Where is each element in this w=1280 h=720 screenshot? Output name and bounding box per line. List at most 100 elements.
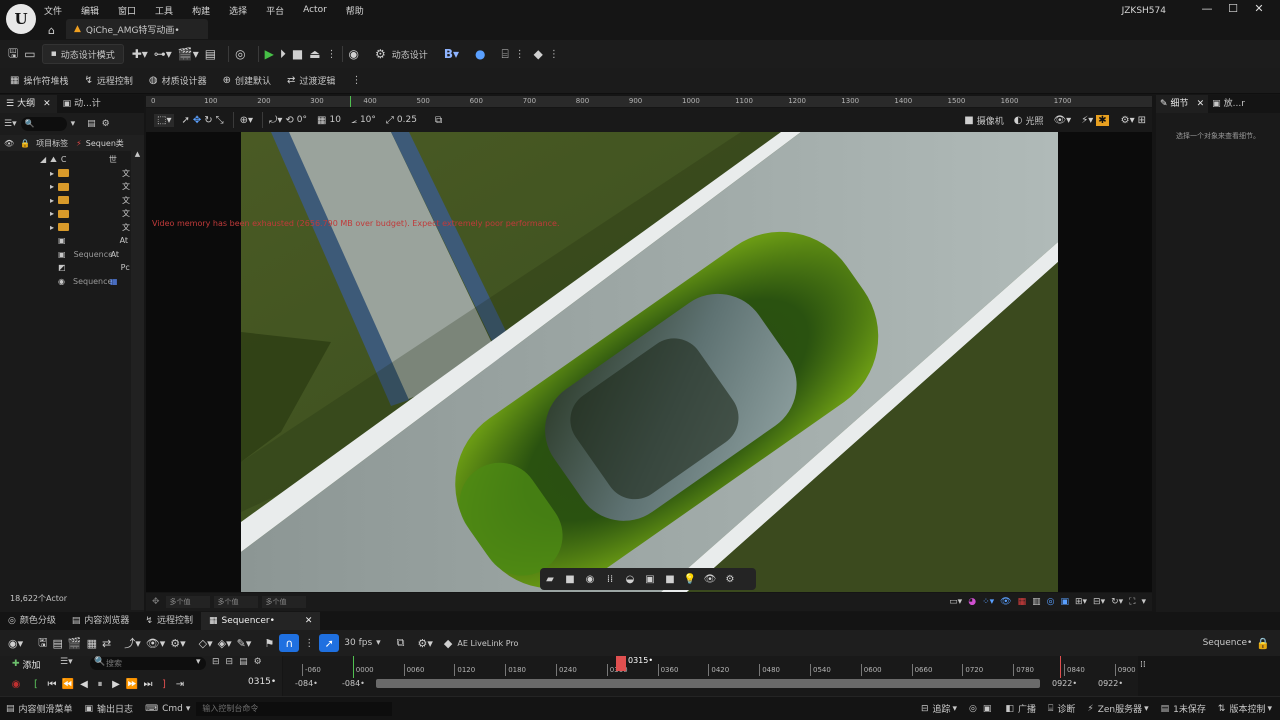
grid-snap-icon[interactable]: ▦ [317,115,326,126]
curve-icon[interactable]: ⤴▾ [124,635,141,651]
expand-all-icon[interactable]: ⊟ [212,657,220,667]
select-arrow-icon[interactable]: ➚ [181,115,189,126]
rotation-field[interactable]: 多个值 [213,596,258,608]
save-icon[interactable]: 🖫 [38,634,47,653]
collapse-all-icon[interactable]: ⊟ [226,657,234,667]
more-icon[interactable]: ⋮ [515,49,525,60]
key-icon[interactable]: ◇▾ [199,637,213,650]
menu-window[interactable]: 窗口 [118,4,136,17]
jump-start-icon[interactable]: ⏮ [44,679,60,690]
blueprint-icon[interactable]: ⊶▾ [154,47,172,61]
revision-control-button[interactable]: ⇅ 版本控制 ▾ [1218,702,1272,716]
browse-icon[interactable]: ▭ [24,47,35,61]
scale-snap-value[interactable]: 0.25 [397,115,417,125]
tab-motion-design[interactable]: ▣ 动...计 [57,95,107,113]
tree-row-sequence[interactable]: ◉ Sequence ▦ [0,275,144,289]
view-icon[interactable]: 👁 [1000,597,1011,607]
tab-placeholder[interactable]: ▣ 放...r [1208,95,1249,113]
material-designer-button[interactable]: ◍ 材质设计器 [149,74,207,87]
sequencer-settings-icon[interactable]: ⚙▾ [418,637,433,650]
modes-icon[interactable]: ▤ [205,47,216,61]
auto-key-icon[interactable]: ➚ [319,634,340,652]
collapse-icon[interactable]: ▸ [50,209,54,218]
tree-row-folder[interactable]: ▸ 文 [0,207,144,221]
settings-tool-icon[interactable]: ⚙ [720,574,740,585]
light-tool-icon[interactable]: 💡 [680,574,700,585]
scale-icon[interactable]: ⤡ [216,115,224,126]
add-track-button[interactable]: ✚ 添加 [8,657,45,671]
plugin-icon[interactable]: ◆ [534,47,543,61]
collapse-icon[interactable]: ▸ [50,169,54,178]
curve-editor-icon[interactable]: ⧉ [397,636,405,650]
menu-platform[interactable]: 平台 [266,4,284,17]
more-icon[interactable]: ⋮ [327,49,337,60]
broadcast-button[interactable]: ◧ 广播 [1005,702,1036,716]
outliner-scrollbar[interactable]: ▲ [131,150,144,610]
motion-design-icon[interactable]: ⚙ [375,47,386,61]
add-actor-icon[interactable]: ✚▾ [132,47,148,61]
platform-icon[interactable]: ◉ [349,47,359,61]
view-end-frame[interactable]: 0922• [1098,679,1123,688]
key-all-icon[interactable]: ◈▾ [218,637,232,650]
performance-icon[interactable]: ⚡▾ [1081,115,1093,126]
grid-icon[interactable]: ▥ [1032,597,1041,607]
close-icon[interactable]: ✕ [305,612,313,630]
collapse-icon[interactable]: ▸ [50,182,54,191]
snap-grid-icon[interactable]: ⊞▾ [1075,597,1087,607]
camera-tool-icon[interactable]: ■ [660,574,680,585]
gauge-icon[interactable]: ◎ [969,704,977,714]
chevron-down-icon[interactable]: ▾ [196,657,201,667]
tree-row-folder[interactable]: ▸ 文 [0,221,144,235]
playback-end-marker[interactable] [1060,656,1061,678]
play-icon[interactable]: ▶ [265,47,274,61]
grid-snap-value[interactable]: 10 [329,115,340,125]
shape-tool-icon[interactable]: ▰ [540,574,560,585]
view-start-frame[interactable]: -084• [295,679,318,688]
tree-row-folder[interactable]: ▸ 文 [0,180,144,194]
filter-icon[interactable]: ☰▾ [4,119,17,129]
lighting-icon[interactable]: ◐ [1014,115,1023,126]
globe-icon[interactable]: ● [475,47,485,61]
livelink-icon[interactable]: ◆ [444,637,452,650]
menu-select[interactable]: 选择 [229,4,247,17]
playback-start-marker[interactable] [353,656,354,678]
cmd-dropdown[interactable]: ⌨ Cmd ▾ [145,704,190,714]
transition-logic-button[interactable]: ⇄ 过渡逻辑 [287,74,335,87]
maximize-icon[interactable]: ☐ [1220,2,1246,15]
timeline-ruler[interactable]: -060000000600120018002400300036004200480… [283,656,1138,696]
rgb-icon[interactable]: ▦ [1018,597,1027,607]
cinematics-icon[interactable]: 🎬▾ [178,47,199,61]
folder-add-icon[interactable]: ▤ [87,119,96,129]
playback-icon[interactable]: ⚙▾ [170,637,185,650]
more-icon[interactable]: ⋮ [351,75,361,86]
level-tab[interactable]: ▲ QiChe_AMG特写动画• [66,19,208,39]
prev-key-icon[interactable]: ⏪ [60,679,76,690]
unreal-logo[interactable]: U [6,4,36,34]
device-icon[interactable]: ▣ [983,704,992,714]
viewport-settings-icon[interactable]: ⚙▾ [1121,115,1135,126]
tab-details[interactable]: ✎ 细节 ✕ [1156,95,1209,113]
menu-actor[interactable]: Actor [303,5,327,15]
menu-tools[interactable]: 工具 [155,4,173,17]
outliner-search-input[interactable]: 🔍 [20,117,67,131]
tab-sequencer[interactable]: ▦ Sequencer• ✕ [200,612,321,630]
next-key-icon[interactable]: ⏩ [124,679,140,690]
search-dropdown-icon[interactable]: ▾ [71,119,76,129]
expand-icon[interactable]: ◢ [40,155,46,164]
minimize-icon[interactable]: — [1194,2,1220,15]
rotation-snap-value[interactable]: 0° [297,115,307,125]
visibility-tool-icon[interactable]: 👁 [700,574,720,585]
edit-icon[interactable]: ✎▾ [237,637,252,650]
box-tool-icon[interactable]: ■ [560,574,580,585]
column-sequence[interactable]: Sequen [86,139,116,148]
maximize-viewport-icon[interactable]: ▾ [1141,597,1146,607]
refresh-icon[interactable]: ↻▾ [1111,597,1123,607]
playback-start-frame[interactable]: -084• [342,679,365,688]
transform-icon[interactable]: ✥ [152,597,160,607]
column-label[interactable]: 项目标签 [36,138,76,149]
render-icon[interactable]: 🎬 [68,637,82,650]
chevron-down-icon[interactable]: ▾ [376,638,381,648]
range-start-icon[interactable]: [ [28,679,44,690]
settings-icon[interactable]: ⚙ [102,119,110,129]
marker-icon[interactable]: ⚑ [264,637,274,650]
